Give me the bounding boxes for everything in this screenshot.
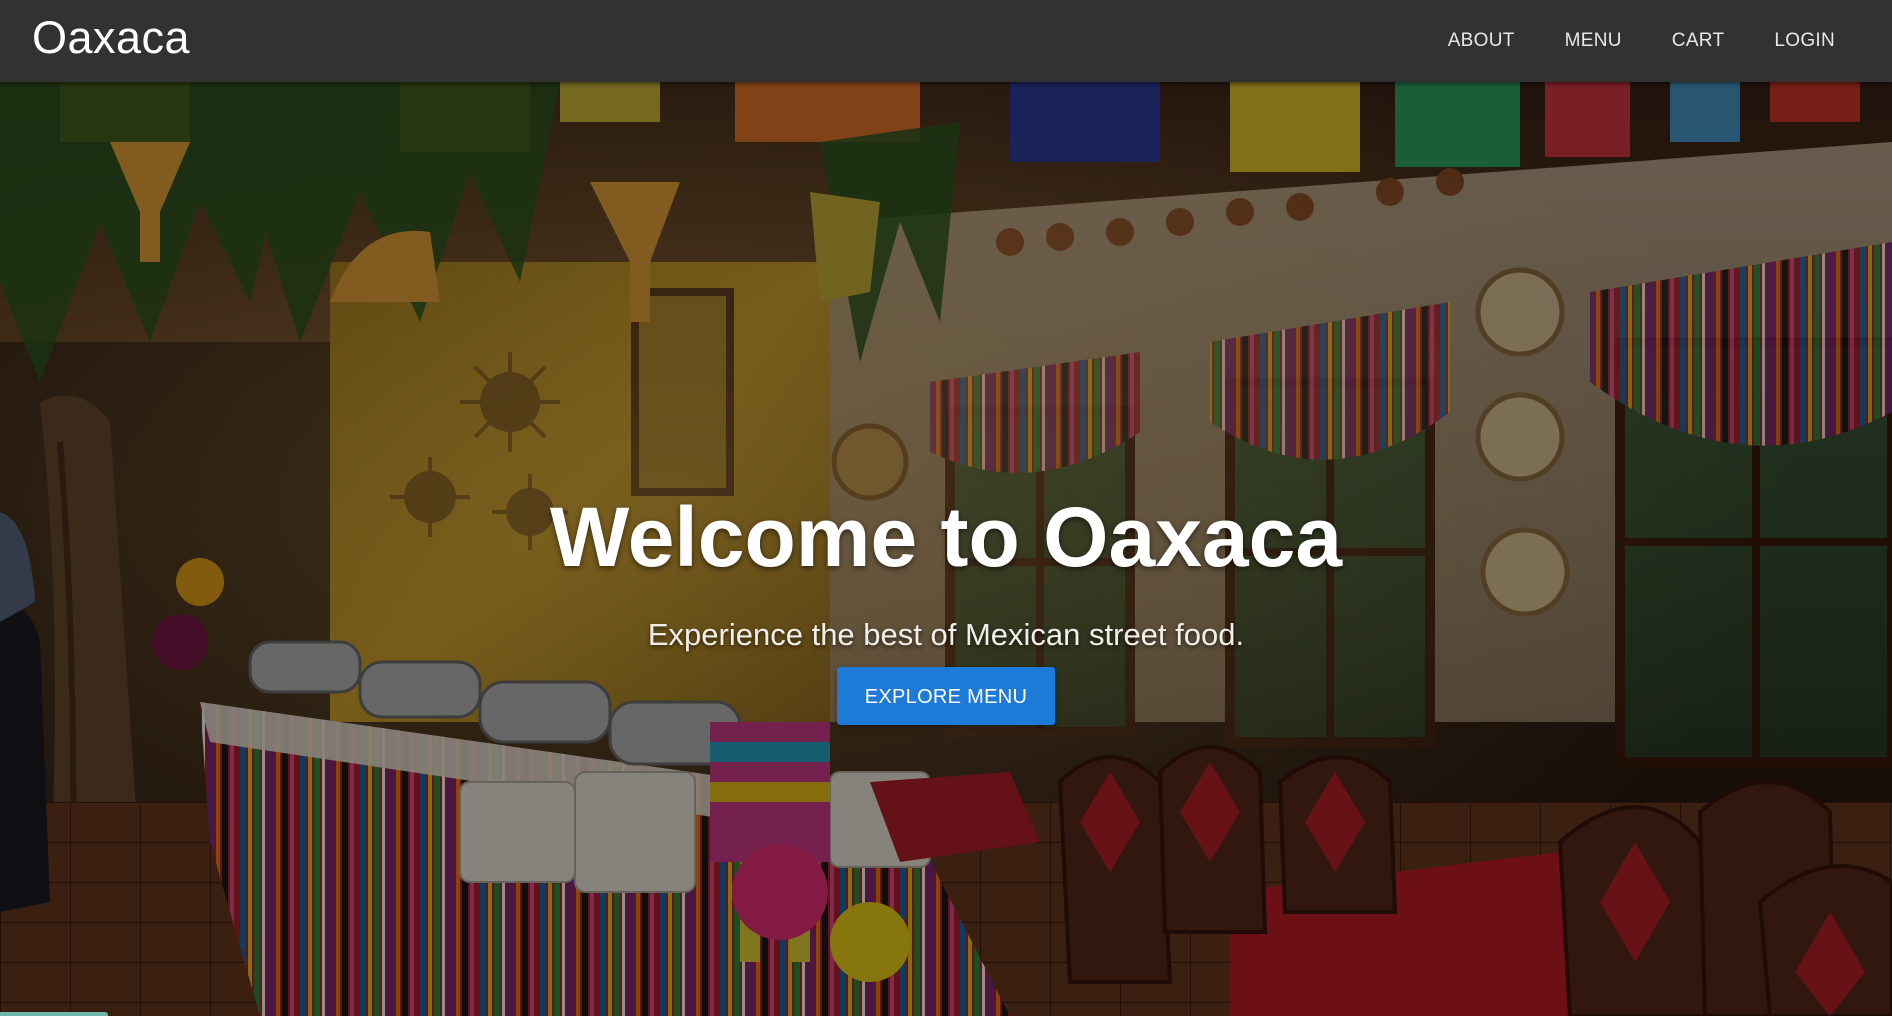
scroll-indicator-strip bbox=[0, 1012, 108, 1016]
nav-menu-link[interactable]: MENU bbox=[1540, 0, 1647, 82]
hero-title: Welcome to Oaxaca bbox=[549, 490, 1343, 584]
brand-logo-link[interactable]: Oaxaca bbox=[32, 12, 190, 64]
top-navbar: Oaxaca ABOUT MENU CART LOGIN bbox=[0, 0, 1892, 82]
hero-content: Welcome to Oaxaca Experience the best of… bbox=[0, 487, 1892, 725]
nav-login-link[interactable]: LOGIN bbox=[1749, 0, 1860, 82]
restaurant-homepage: Oaxaca ABOUT MENU CART LOGIN Welcome to … bbox=[0, 0, 1892, 1016]
hero-subtitle: Experience the best of Mexican street fo… bbox=[647, 617, 1245, 652]
nav-about-link[interactable]: ABOUT bbox=[1423, 0, 1540, 82]
nav-cart-link[interactable]: CART bbox=[1647, 0, 1750, 82]
nav-links: ABOUT MENU CART LOGIN bbox=[1423, 0, 1860, 82]
explore-menu-button[interactable]: EXPLORE MENU bbox=[837, 667, 1055, 725]
hero-section: Welcome to Oaxaca Experience the best of… bbox=[0, 82, 1892, 1016]
